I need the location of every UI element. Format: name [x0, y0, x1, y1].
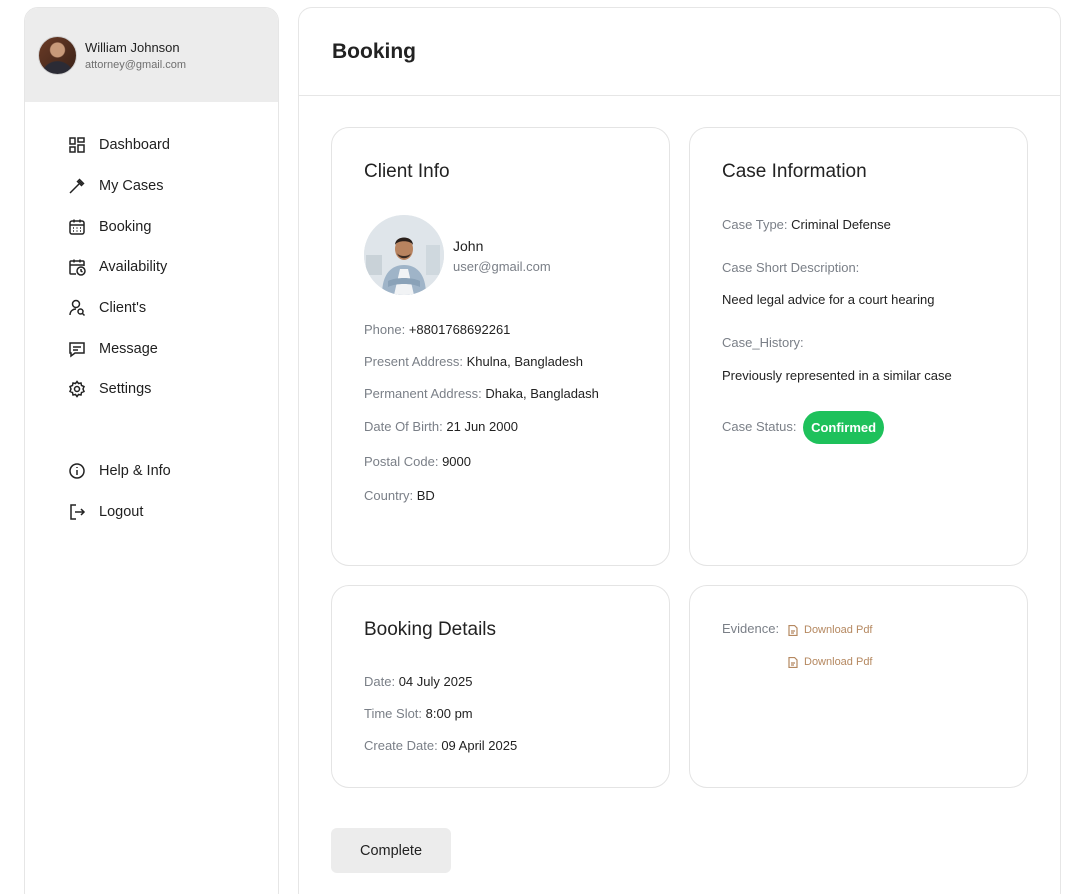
case-type: Criminal Defense — [791, 217, 891, 232]
client-dob-row: Date Of Birth: 21 Jun 2000 — [364, 419, 518, 434]
client-phone: +8801768692261 — [408, 322, 511, 337]
sidebar-item-label: Settings — [99, 381, 152, 398]
case-desc-label-row: Case Short Description: — [722, 260, 859, 275]
download-pdf-label: Download Pdf — [804, 624, 873, 636]
field-label: Case Type: — [722, 217, 788, 232]
field-label: Date: — [364, 674, 396, 689]
gear-icon — [68, 380, 86, 399]
client-name: John — [453, 238, 484, 254]
sidebar-item-my-cases[interactable]: My Cases — [68, 166, 278, 207]
sidebar-item-label: Booking — [99, 218, 152, 235]
avatar — [38, 35, 77, 75]
sidebar-item-label: Logout — [99, 503, 144, 520]
user-search-icon — [68, 299, 86, 317]
evidence-label-row: Evidence: — [722, 621, 779, 636]
booking-date-row: Date: 04 July 2025 — [364, 674, 472, 689]
client-present-address-row: Present Address: Khulna, Bangladesh — [364, 354, 583, 369]
client-postal-row: Postal Code: 9000 — [364, 454, 471, 469]
sidebar-item-dashboard[interactable]: Dashboard — [68, 125, 278, 166]
sidebar-item-clients[interactable]: Client's — [68, 288, 278, 329]
case-type-row: Case Type: Criminal Defense — [722, 217, 891, 232]
sidebar-item-settings[interactable]: Settings — [68, 369, 278, 410]
client-dob: 21 Jun 2000 — [446, 419, 518, 434]
field-label: Case Short Description: — [722, 260, 860, 275]
logout-icon — [68, 503, 86, 521]
download-pdf-link[interactable]: Download Pdf — [782, 620, 879, 640]
client-avatar — [364, 215, 444, 295]
case-description: Need legal advice for a court hearing — [722, 292, 935, 307]
sidebar: William Johnson attorney@gmail.com Dashb… — [24, 7, 279, 894]
sidebar-item-label: Message — [99, 340, 158, 357]
sidebar-item-label: Dashboard — [99, 137, 170, 154]
sidebar-item-logout[interactable]: Logout — [68, 491, 278, 532]
sidebar-item-label: Client's — [99, 300, 147, 317]
status-badge: Confirmed — [803, 411, 885, 444]
booking-slot-row: Time Slot: 8:00 pm — [364, 706, 473, 721]
complete-button[interactable]: Complete — [331, 828, 451, 873]
sidebar-item-help[interactable]: Help & Info — [68, 451, 278, 492]
client-present-address: Khulna, Bangladesh — [466, 354, 583, 369]
pdf-file-icon — [788, 656, 798, 668]
booking-details-title: Booking Details — [364, 619, 497, 640]
dashboard-icon — [68, 136, 86, 154]
case-info-card: Case Information Case Type: Criminal Def… — [689, 127, 1028, 566]
case-info-title: Case Information — [722, 161, 867, 182]
field-label: Present Address: — [364, 354, 463, 369]
field-label: Case Status: — [722, 418, 797, 434]
pdf-file-icon — [788, 624, 798, 636]
client-email: user@gmail.com — [453, 259, 551, 274]
profile-email: attorney@gmail.com — [85, 58, 187, 71]
booking-details-card: Booking Details Date: 04 July 2025 Time … — [331, 585, 670, 788]
sidebar-nav: Dashboard My Cases Booking Availability … — [25, 102, 278, 532]
client-permanent-address: Dhaka, Bangladash — [485, 386, 599, 401]
calendar-icon — [68, 218, 86, 236]
client-info-card: Client Info John user@gmail.com Phone: +… — [331, 127, 670, 566]
download-pdf-link[interactable]: Download Pdf — [782, 652, 879, 672]
sidebar-item-label: My Cases — [99, 178, 164, 195]
profile-name: William Johnson — [85, 39, 180, 55]
calendar-clock-icon — [68, 258, 86, 277]
page-title: Booking — [332, 39, 416, 63]
field-label: Time Slot: — [364, 706, 423, 721]
profile-header[interactable]: William Johnson attorney@gmail.com — [25, 8, 278, 102]
field-label: Postal Code: — [364, 454, 439, 469]
case-history: Previously represented in a similar case — [722, 368, 952, 383]
client-postal-code: 9000 — [442, 454, 471, 469]
booking-created-row: Create Date: 09 April 2025 — [364, 738, 517, 753]
client-phone-row: Phone: +8801768692261 — [364, 322, 510, 337]
field-label: Case_History: — [722, 335, 804, 350]
case-status-row: Case Status: Confirmed — [722, 411, 885, 444]
case-desc-row: Need legal advice for a court hearing — [722, 292, 934, 307]
client-country: BD — [416, 488, 435, 503]
field-label: Country: — [364, 488, 414, 503]
field-label: Permanent Address: — [364, 386, 482, 401]
sidebar-item-label: Help & Info — [99, 462, 171, 479]
sidebar-item-availability[interactable]: Availability — [68, 247, 278, 288]
evidence-card: Evidence: Download Pdf Download Pdf — [689, 585, 1028, 788]
case-history-label-row: Case_History: — [722, 335, 804, 350]
client-permanent-address-row: Permanent Address: Dhaka, Bangladash — [364, 386, 599, 401]
evidence-label: Evidence: — [722, 621, 780, 636]
field-label: Date Of Birth: — [364, 419, 443, 434]
nav-spacer — [68, 410, 278, 451]
message-icon — [68, 340, 86, 358]
download-pdf-label: Download Pdf — [804, 656, 873, 668]
booking-create-date: 09 April 2025 — [441, 738, 518, 753]
client-info-title: Client Info — [364, 161, 450, 182]
field-label: Create Date: — [364, 738, 438, 753]
booking-time-slot: 8:00 pm — [425, 706, 473, 721]
client-country-row: Country: BD — [364, 488, 435, 503]
sidebar-item-booking[interactable]: Booking — [68, 206, 278, 247]
booking-date: 04 July 2025 — [398, 674, 473, 689]
page-header: Booking — [299, 8, 1060, 96]
sidebar-item-message[interactable]: Message — [68, 328, 278, 369]
info-icon — [68, 462, 86, 480]
sidebar-item-label: Availability — [99, 259, 168, 276]
gavel-icon — [68, 177, 86, 195]
case-history-row: Previously represented in a similar case — [722, 368, 952, 383]
field-label: Phone: — [364, 322, 406, 337]
